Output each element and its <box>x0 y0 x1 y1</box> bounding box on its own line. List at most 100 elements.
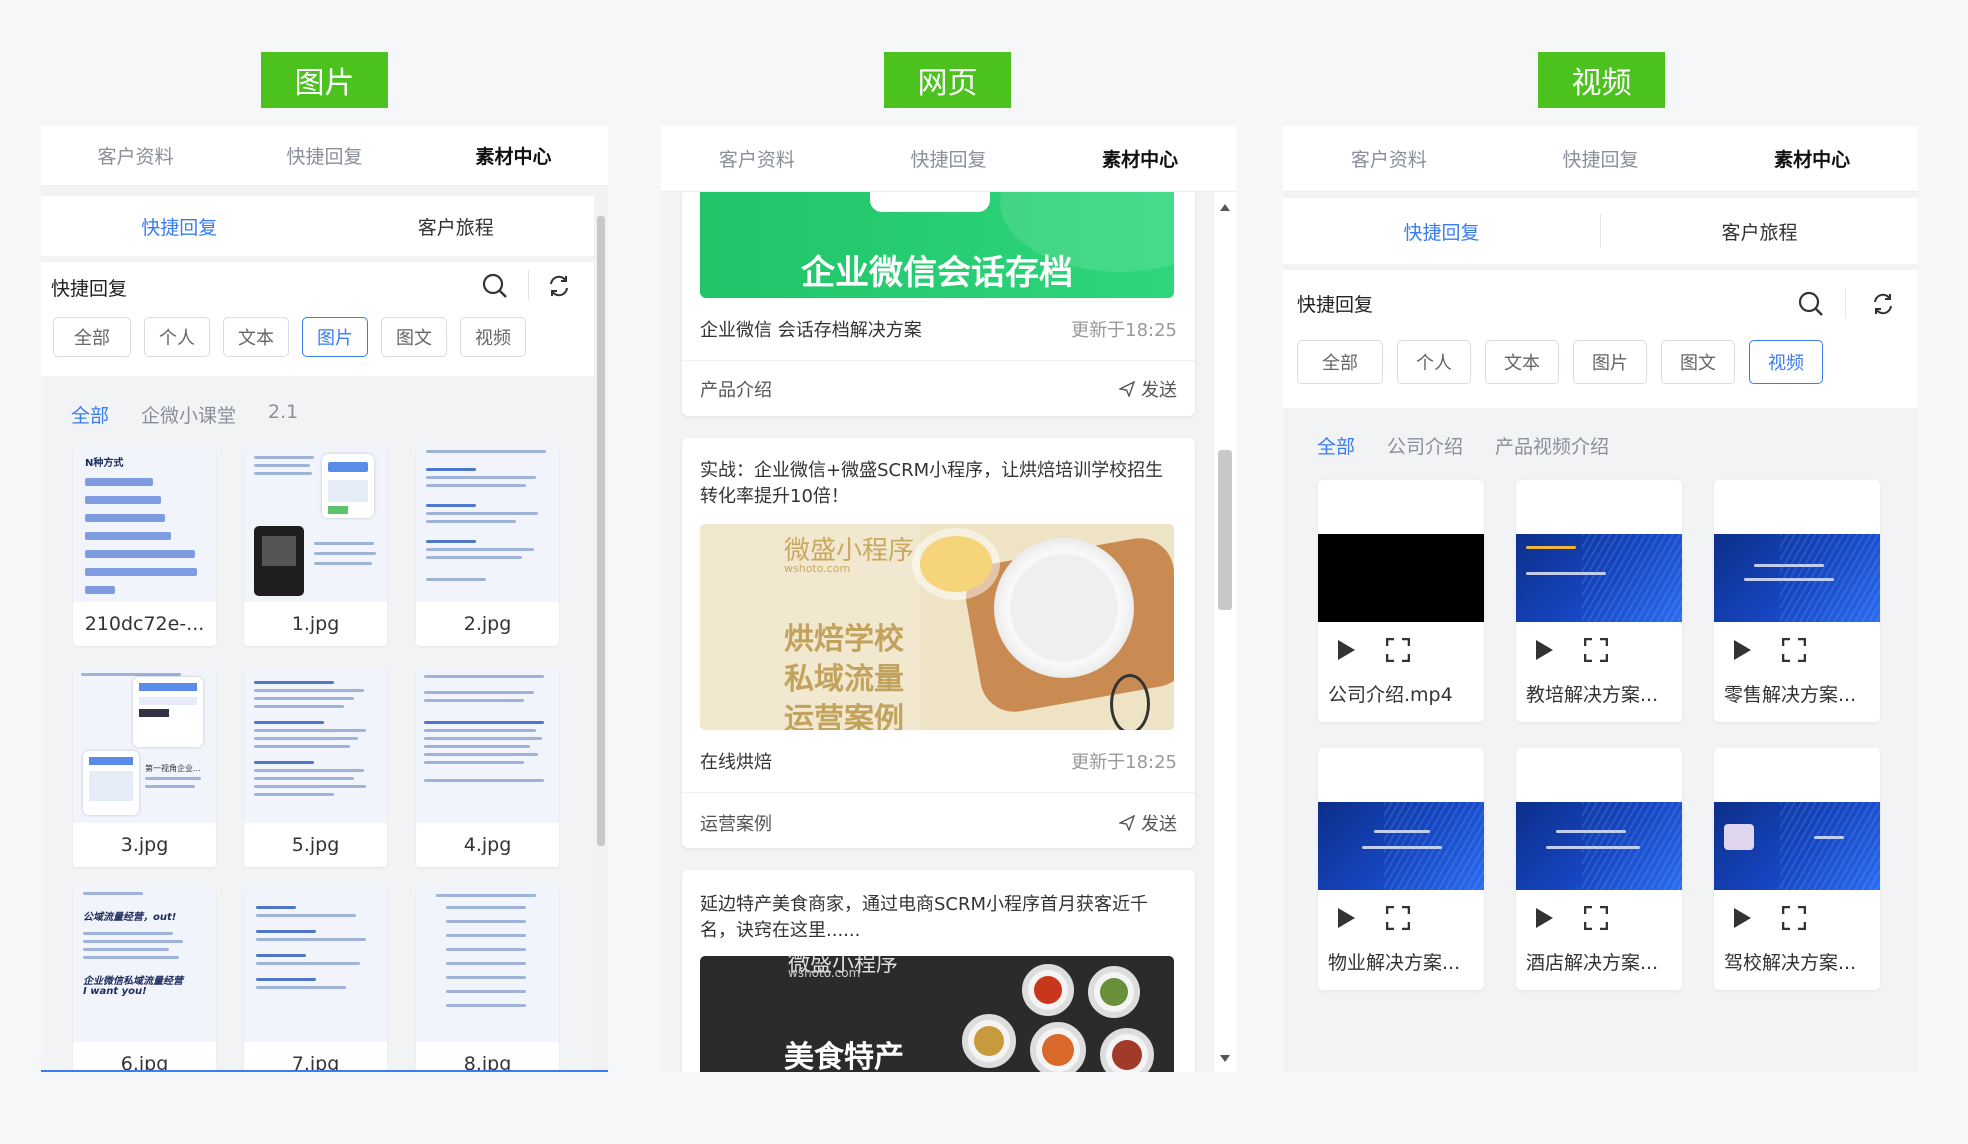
video-preview[interactable] <box>1318 534 1484 622</box>
thumb-caption: 2.jpg <box>416 602 559 646</box>
card-cover: 微盛小程序 wshoto.com 美食特产 <box>700 956 1174 1072</box>
image-thumb-1[interactable]: N种方式 210dc72e-... <box>73 446 216 646</box>
cover-logo-url: wshoto.com <box>784 562 851 575</box>
video-caption: 物业解决方案... <box>1328 952 1461 974</box>
doc-heading: N种方式 <box>85 458 124 469</box>
video-preview[interactable] <box>1714 802 1880 890</box>
video-caption: 零售解决方案... <box>1724 684 1857 706</box>
image-thumb-4[interactable]: 第一视角企业... 3.jpg <box>73 667 216 867</box>
fullscreen-icon[interactable] <box>1782 638 1806 662</box>
video-card-1[interactable]: 公司介绍.mp4 <box>1318 480 1484 722</box>
scrollbar-thumb[interactable] <box>1218 450 1232 610</box>
tab-customer-info[interactable]: 客户资料 <box>1283 145 1495 172</box>
fullscreen-icon[interactable] <box>1386 906 1410 930</box>
tab-customer-info[interactable]: 客户资料 <box>661 145 853 172</box>
video-preview[interactable] <box>1516 802 1682 890</box>
search-icon[interactable] <box>481 272 509 300</box>
doc-text: I want you! <box>83 986 147 997</box>
send-button[interactable]: 发送 <box>1119 810 1177 836</box>
subtab-quick-reply[interactable]: 快捷回复 <box>1283 218 1600 245</box>
video-card-4[interactable]: 物业解决方案... <box>1318 748 1484 990</box>
scrollbar-thumb[interactable] <box>597 216 605 846</box>
fullscreen-icon[interactable] <box>1386 638 1410 662</box>
subtab-customer-journey[interactable]: 客户旅程 <box>1601 218 1918 245</box>
video-preview[interactable] <box>1714 534 1880 622</box>
play-icon[interactable] <box>1732 639 1752 661</box>
category-product-videos[interactable]: 产品视频介绍 <box>1495 432 1609 459</box>
web-card-3[interactable]: 延边特产美食商家，通过电商SCRM小程序首月获客近千名，诀窍在这里...... … <box>682 870 1195 1072</box>
filter-all[interactable]: 全部 <box>53 317 131 357</box>
category-all[interactable]: 全部 <box>71 401 109 428</box>
image-thumb-8[interactable]: 7.jpg <box>244 886 387 1072</box>
tab-material-center[interactable]: 素材中心 <box>1706 145 1918 172</box>
play-icon[interactable] <box>1336 639 1356 661</box>
filter-personal[interactable]: 个人 <box>1397 340 1471 384</box>
play-icon[interactable] <box>1534 639 1554 661</box>
web-card-1[interactable]: 企业微信会话存档 企业微信 会话存档解决方案 更新于18:25 产品介绍 发送 <box>682 192 1195 416</box>
filter-video[interactable]: 视频 <box>1749 340 1823 384</box>
tab-material-center[interactable]: 素材中心 <box>1044 145 1236 172</box>
category-2-1[interactable]: 2.1 <box>268 401 298 428</box>
filter-video[interactable]: 视频 <box>460 317 526 357</box>
category-all[interactable]: 全部 <box>1317 432 1355 459</box>
image-thumb-7[interactable]: 公域流量经营，out! 企业微信私域流量经营 I want you! 6.jpg <box>73 886 216 1072</box>
card-tag: 产品介绍 <box>700 380 772 401</box>
filter-text[interactable]: 文本 <box>223 317 289 357</box>
badge-web: 网页 <box>884 52 1011 108</box>
scroll-down-icon[interactable] <box>1219 1054 1231 1064</box>
scrollbar[interactable] <box>1214 192 1236 1072</box>
tab-quick-reply[interactable]: 快捷回复 <box>1495 145 1707 172</box>
send-label: 发送 <box>1141 814 1177 835</box>
category-company-intro[interactable]: 公司介绍 <box>1387 432 1463 459</box>
fullscreen-icon[interactable] <box>1782 906 1806 930</box>
doc-text: 企业微信私域流量经营 <box>83 976 183 987</box>
fullscreen-icon[interactable] <box>1584 638 1608 662</box>
video-card-5[interactable]: 酒店解决方案... <box>1516 748 1682 990</box>
thumb-caption: 7.jpg <box>244 1042 387 1072</box>
category-wecom-class[interactable]: 企微小课堂 <box>141 401 236 428</box>
image-thumb-2[interactable]: 1.jpg <box>244 446 387 646</box>
video-caption: 酒店解决方案... <box>1526 952 1659 974</box>
send-button[interactable]: 发送 <box>1119 376 1177 402</box>
thumb-caption: 8.jpg <box>416 1042 559 1072</box>
image-thumb-5[interactable]: 5.jpg <box>244 667 387 867</box>
filter-personal[interactable]: 个人 <box>144 317 210 357</box>
scroll-up-icon[interactable] <box>1219 202 1231 212</box>
video-card-2[interactable]: 教培解决方案... <box>1516 480 1682 722</box>
tab-material-center[interactable]: 素材中心 <box>419 142 608 169</box>
tab-quick-reply[interactable]: 快捷回复 <box>853 145 1045 172</box>
tab-customer-info[interactable]: 客户资料 <box>41 142 230 169</box>
thumb-caption: 6.jpg <box>73 1042 216 1072</box>
image-thumb-9[interactable]: 8.jpg <box>416 886 559 1072</box>
fullscreen-icon[interactable] <box>1584 906 1608 930</box>
card-time: 更新于18:25 <box>1071 752 1177 773</box>
web-card-2[interactable]: 实战：企业微信+微盛SCRM小程序，让烘焙培训学校招生转化率提升10倍！ 微盛小… <box>682 438 1195 848</box>
badge-image: 图片 <box>261 52 388 108</box>
subtab-quick-reply[interactable]: 快捷回复 <box>41 213 318 240</box>
play-icon[interactable] <box>1534 907 1554 929</box>
filter-image[interactable]: 图片 <box>302 317 368 357</box>
video-caption: 教培解决方案... <box>1526 684 1659 706</box>
search-icon[interactable] <box>1797 290 1825 318</box>
video-preview[interactable] <box>1318 802 1484 890</box>
filter-all[interactable]: 全部 <box>1297 340 1383 384</box>
refresh-icon[interactable] <box>547 274 571 298</box>
video-preview[interactable] <box>1516 534 1682 622</box>
play-icon[interactable] <box>1336 907 1356 929</box>
video-card-6[interactable]: 驾校解决方案... <box>1714 748 1880 990</box>
tab-quick-reply[interactable]: 快捷回复 <box>230 142 419 169</box>
video-card-3[interactable]: 零售解决方案... <box>1714 480 1880 722</box>
banner-text: 企业微信会话存档 <box>801 253 1073 293</box>
cover-line: 美食特产 <box>784 1040 904 1072</box>
subtab-customer-journey[interactable]: 客户旅程 <box>318 213 595 240</box>
card-cover: 微盛小程序 wshoto.com 烘焙学校 私域流量 运营案例 <box>700 524 1174 730</box>
refresh-icon[interactable] <box>1871 292 1895 316</box>
filter-rich-text[interactable]: 图文 <box>1661 340 1735 384</box>
filter-text[interactable]: 文本 <box>1485 340 1559 384</box>
filter-image[interactable]: 图片 <box>1573 340 1647 384</box>
play-icon[interactable] <box>1732 907 1752 929</box>
filter-rich-text[interactable]: 图文 <box>381 317 447 357</box>
image-thumb-3[interactable]: 2.jpg <box>416 446 559 646</box>
video-caption: 驾校解决方案... <box>1724 952 1857 974</box>
image-thumb-6[interactable]: 4.jpg <box>416 667 559 867</box>
